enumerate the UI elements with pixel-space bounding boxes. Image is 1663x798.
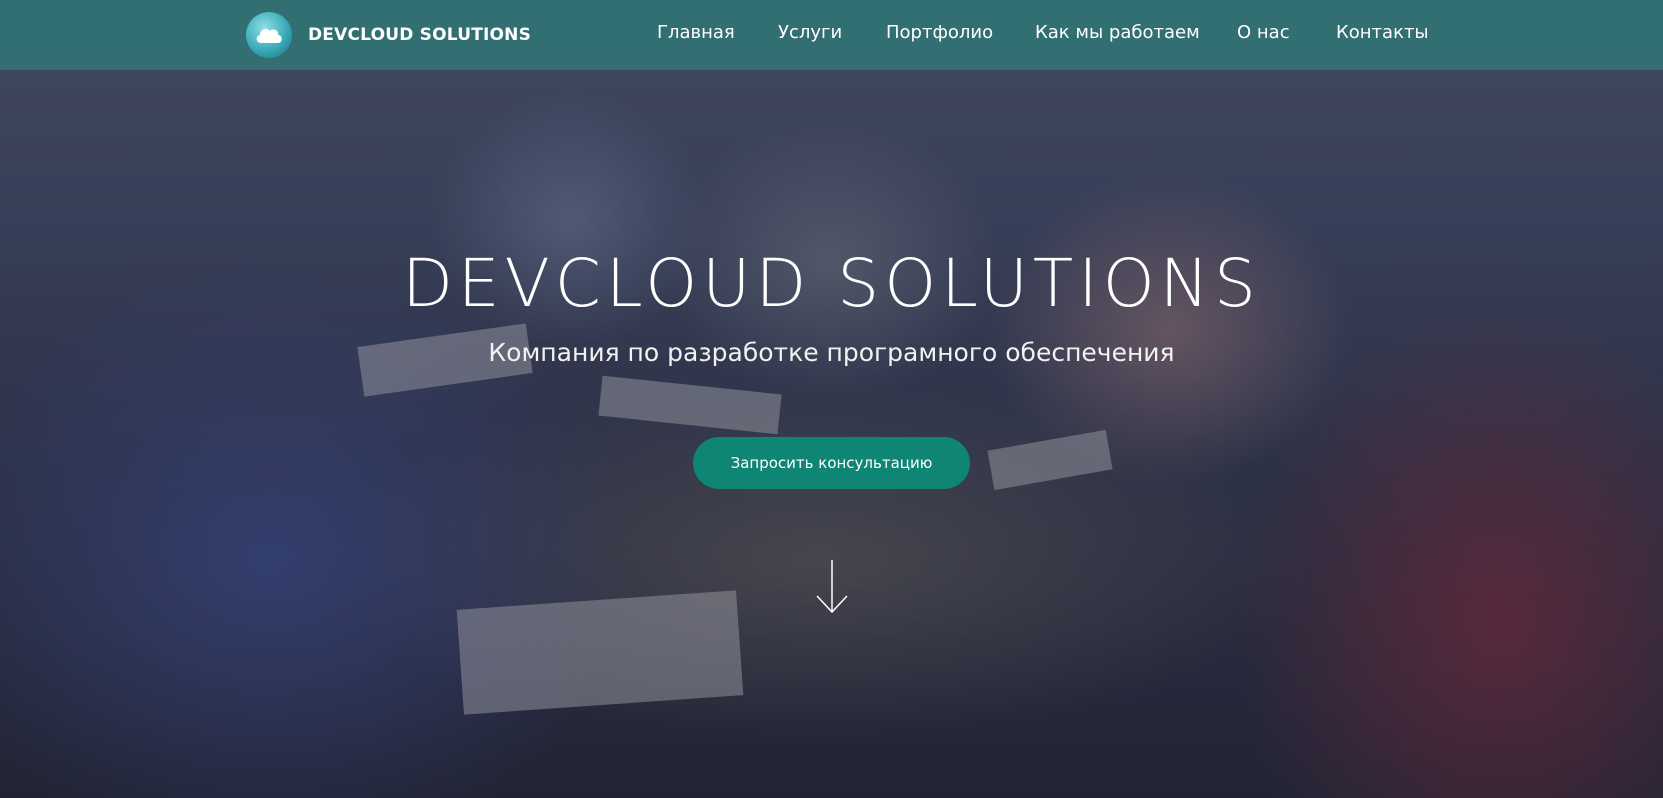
request-consultation-button[interactable]: Запросить консультацию	[693, 437, 970, 489]
nav-item-services[interactable]: Услуги	[778, 22, 842, 43]
arrow-down-icon[interactable]	[815, 558, 849, 616]
nav-item-portfolio[interactable]: Портфолио	[886, 22, 993, 43]
background-overlay	[0, 0, 1663, 798]
top-navbar: DEVCLOUD SOLUTIONS Главная Услуги Портфо…	[0, 0, 1663, 70]
hero-subtitle: Компания по разработке програмного обесп…	[488, 338, 1175, 367]
nav-item-about[interactable]: О нас	[1237, 22, 1290, 43]
hero-section: DEVCLOUD SOLUTIONS Главная Услуги Портфо…	[0, 0, 1663, 798]
nav-item-contacts[interactable]: Контакты	[1336, 22, 1429, 43]
nav-item-home[interactable]: Главная	[657, 22, 735, 43]
nav-item-how-we-work[interactable]: Как мы работаем	[1035, 22, 1200, 43]
main-nav: Главная Услуги Портфолио Как мы работаем…	[0, 22, 1663, 48]
hero-title: DEVCLOUD SOLUTIONS	[402, 245, 1261, 322]
